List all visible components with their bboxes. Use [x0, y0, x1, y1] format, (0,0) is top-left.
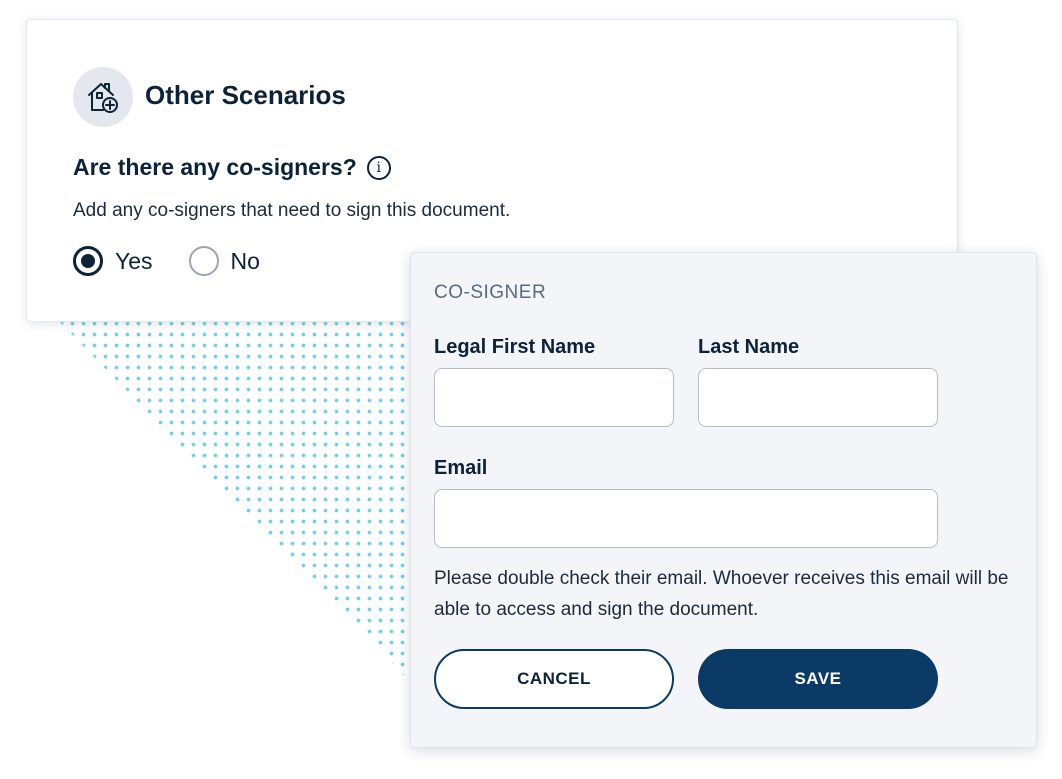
dotted-decoration: [56, 318, 426, 698]
first-name-label: Legal First Name: [434, 336, 596, 358]
card-title: Other Scenarios: [145, 80, 346, 110]
info-icon[interactable]: i: [366, 155, 391, 180]
section-label: CO-SIGNER: [434, 282, 547, 303]
first-name-input[interactable]: [434, 368, 674, 427]
radio-label-no: No: [230, 247, 260, 274]
radio-button-no[interactable]: [188, 246, 219, 276]
helper-text: Add any co-signers that need to sign thi…: [73, 200, 511, 221]
question-text: Are there any co-signers?: [73, 154, 357, 180]
email-input[interactable]: [434, 489, 938, 548]
cancel-button[interactable]: CANCEL: [434, 649, 674, 709]
email-warning-note: Please double check their email. Whoever…: [434, 568, 1009, 620]
last-name-input[interactable]: [698, 368, 938, 427]
email-label: Email: [434, 457, 488, 479]
radio-option-no[interactable]: No: [188, 246, 260, 276]
co-signer-form-card: CO-SIGNER Legal First Name Last Name Ema…: [410, 252, 1037, 748]
house-plus-icon: [73, 67, 133, 127]
co-signer-radio-group: Yes No: [73, 246, 296, 276]
radio-option-yes[interactable]: Yes: [73, 246, 153, 276]
save-button[interactable]: SAVE: [698, 649, 938, 709]
radio-button-yes[interactable]: [73, 246, 103, 276]
last-name-label: Last Name: [698, 336, 800, 358]
co-signer-question: Are there any co-signers? i: [73, 154, 391, 181]
radio-label-yes: Yes: [115, 247, 153, 274]
